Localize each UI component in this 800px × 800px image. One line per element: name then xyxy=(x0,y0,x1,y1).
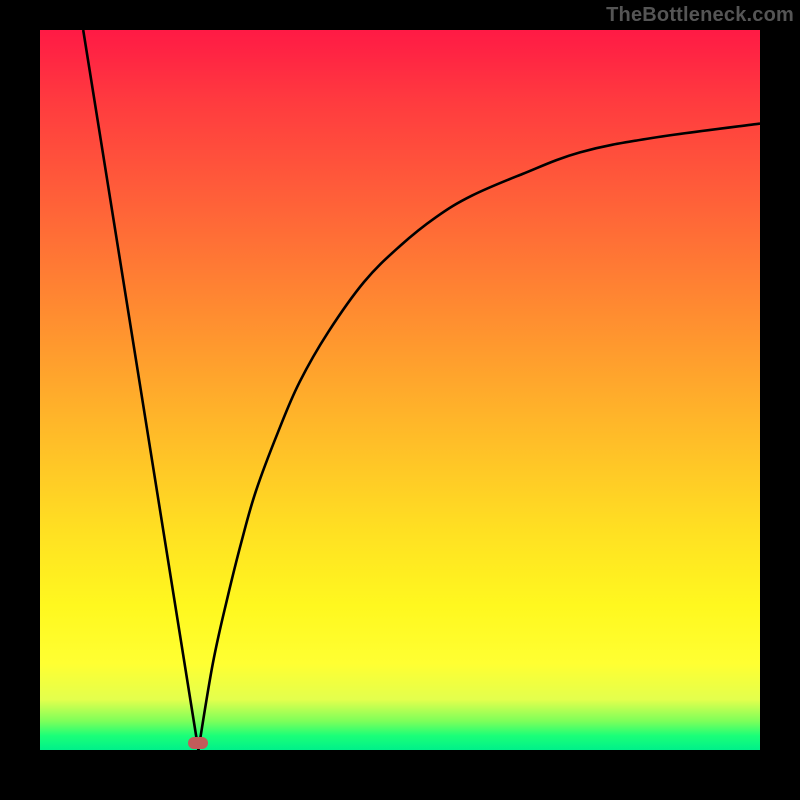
series-right-curve xyxy=(198,124,760,750)
series-left-line xyxy=(83,30,198,750)
plot-area xyxy=(40,30,760,750)
minimum-marker xyxy=(188,737,208,749)
chart-frame: TheBottleneck.com xyxy=(0,0,800,800)
watermark-text: TheBottleneck.com xyxy=(606,4,794,27)
curve-svg xyxy=(40,30,760,750)
